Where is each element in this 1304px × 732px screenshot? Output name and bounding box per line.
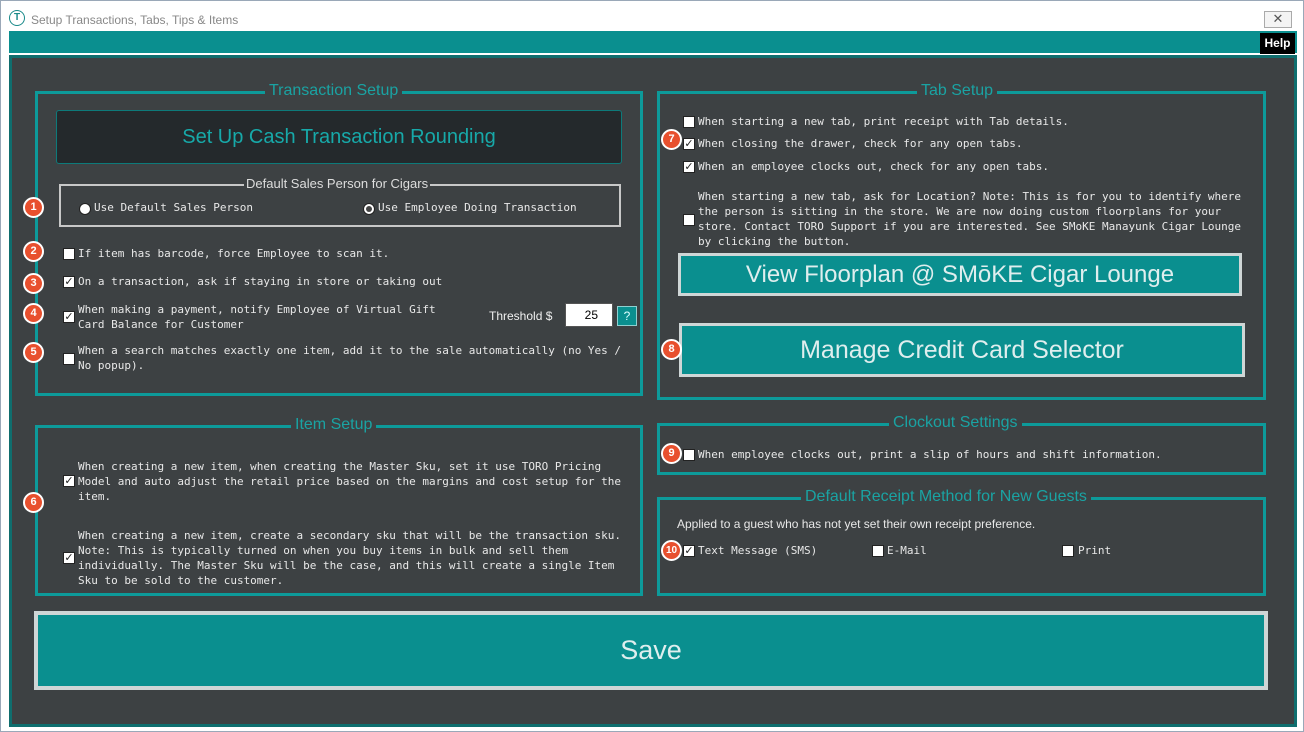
window-title: Setup Transactions, Tabs, Tips & Items [31,13,239,27]
master-sku-label: When creating a new item, when creating … [78,460,622,503]
print-receipt-label: When starting a new tab, print receipt w… [698,115,1069,128]
email-checkbox[interactable] [872,545,884,557]
secondary-sku-checkbox[interactable]: ✓ [63,552,75,564]
callout-badge-9: 9 [661,443,682,464]
threshold-input[interactable]: 25 [565,303,613,327]
header-bar [9,31,1297,53]
closing-drawer-label: When closing the drawer, check for any o… [698,137,1023,150]
master-sku-checkbox[interactable]: ✓ [63,475,75,487]
staying-checkbox[interactable]: ✓ [63,276,75,288]
clockout-settings-group: Clockout Settings When employee clocks o… [657,414,1266,475]
clocks-out-tabs-label: When an employee clocks out, check for a… [698,160,1049,173]
radio-employee-doing-transaction[interactable] [363,203,375,215]
help-button[interactable]: Help [1260,33,1295,54]
label-employee-doing-transaction: Use Employee Doing Transaction [378,201,577,214]
tab-setup-group: Tab Setup When starting a new tab, print… [657,82,1266,400]
print-slip-label: When employee clocks out, print a slip o… [698,448,1162,461]
tab-setup-title: Tab Setup [917,82,998,100]
callout-badge-8: 8 [661,339,682,360]
search-match-label: When a search matches exactly one item, … [78,344,622,372]
gift-card-label: When making a payment, notify Employee o… [78,303,436,331]
location-checkbox[interactable] [683,214,695,226]
print-checkbox[interactable] [1062,545,1074,557]
sales-person-group: Default Sales Person for Cigars Use Defa… [59,176,621,227]
print-label: Print [1078,544,1112,557]
sales-person-title: Default Sales Person for Cigars [244,176,431,191]
threshold-label: Threshold $ [489,309,553,323]
receipt-method-description: Applied to a guest who has not yet set t… [677,517,1036,531]
main-panel: Transaction Setup Set Up Cash Transactio… [9,55,1297,727]
barcode-label: If item has barcode, force Employee to s… [78,247,390,260]
callout-badge-3: 3 [23,273,44,294]
title-bar: T Setup Transactions, Tabs, Tips & Items… [1,1,1303,31]
print-receipt-checkbox[interactable] [683,116,695,128]
receipt-method-title: Default Receipt Method for New Guests [801,488,1091,506]
setup-window: T Setup Transactions, Tabs, Tips & Items… [0,0,1304,732]
close-button[interactable]: ✕ [1264,11,1292,28]
closing-drawer-checkbox[interactable]: ✓ [683,138,695,150]
location-label: When starting a new tab, ask for Locatio… [698,190,1242,248]
email-label: E-Mail [887,544,927,557]
search-match-checkbox[interactable] [63,353,75,365]
transaction-setup-group: Transaction Setup Set Up Cash Transactio… [35,82,643,396]
callout-badge-10: 10 [661,540,682,561]
callout-badge-6: 6 [23,492,44,513]
callout-badge-1: 1 [23,197,44,218]
secondary-sku-label: When creating a new item, create a secon… [78,529,622,587]
clockout-settings-title: Clockout Settings [889,414,1022,432]
callout-badge-2: 2 [23,241,44,262]
item-setup-title: Item Setup [291,416,377,434]
callout-badge-5: 5 [23,342,44,363]
barcode-checkbox[interactable] [63,248,75,260]
callout-badge-4: 4 [23,303,44,324]
save-button[interactable]: Save [34,611,1268,690]
app-logo-icon: T [9,10,25,26]
gift-card-checkbox[interactable]: ✓ [63,311,75,323]
label-default-sales-person: Use Default Sales Person [94,201,253,214]
radio-default-sales-person[interactable] [79,203,91,215]
cash-rounding-button[interactable]: Set Up Cash Transaction Rounding [56,110,622,164]
sms-checkbox[interactable]: ✓ [683,545,695,557]
view-floorplan-button[interactable]: View Floorplan @ SMōKE Cigar Lounge [678,253,1242,296]
callout-badge-7: 7 [661,129,682,150]
manage-credit-card-button[interactable]: Manage Credit Card Selector [679,323,1245,377]
print-slip-checkbox[interactable] [683,449,695,461]
receipt-method-group: Default Receipt Method for New Guests Ap… [657,488,1266,596]
staying-label: On a transaction, ask if staying in stor… [78,275,443,288]
item-setup-group: Item Setup ✓ When creating a new item, w… [35,416,643,596]
sms-label: Text Message (SMS) [698,544,818,557]
threshold-help-button[interactable]: ? [617,306,637,326]
transaction-setup-title: Transaction Setup [265,82,403,100]
clocks-out-tabs-checkbox[interactable]: ✓ [683,161,695,173]
